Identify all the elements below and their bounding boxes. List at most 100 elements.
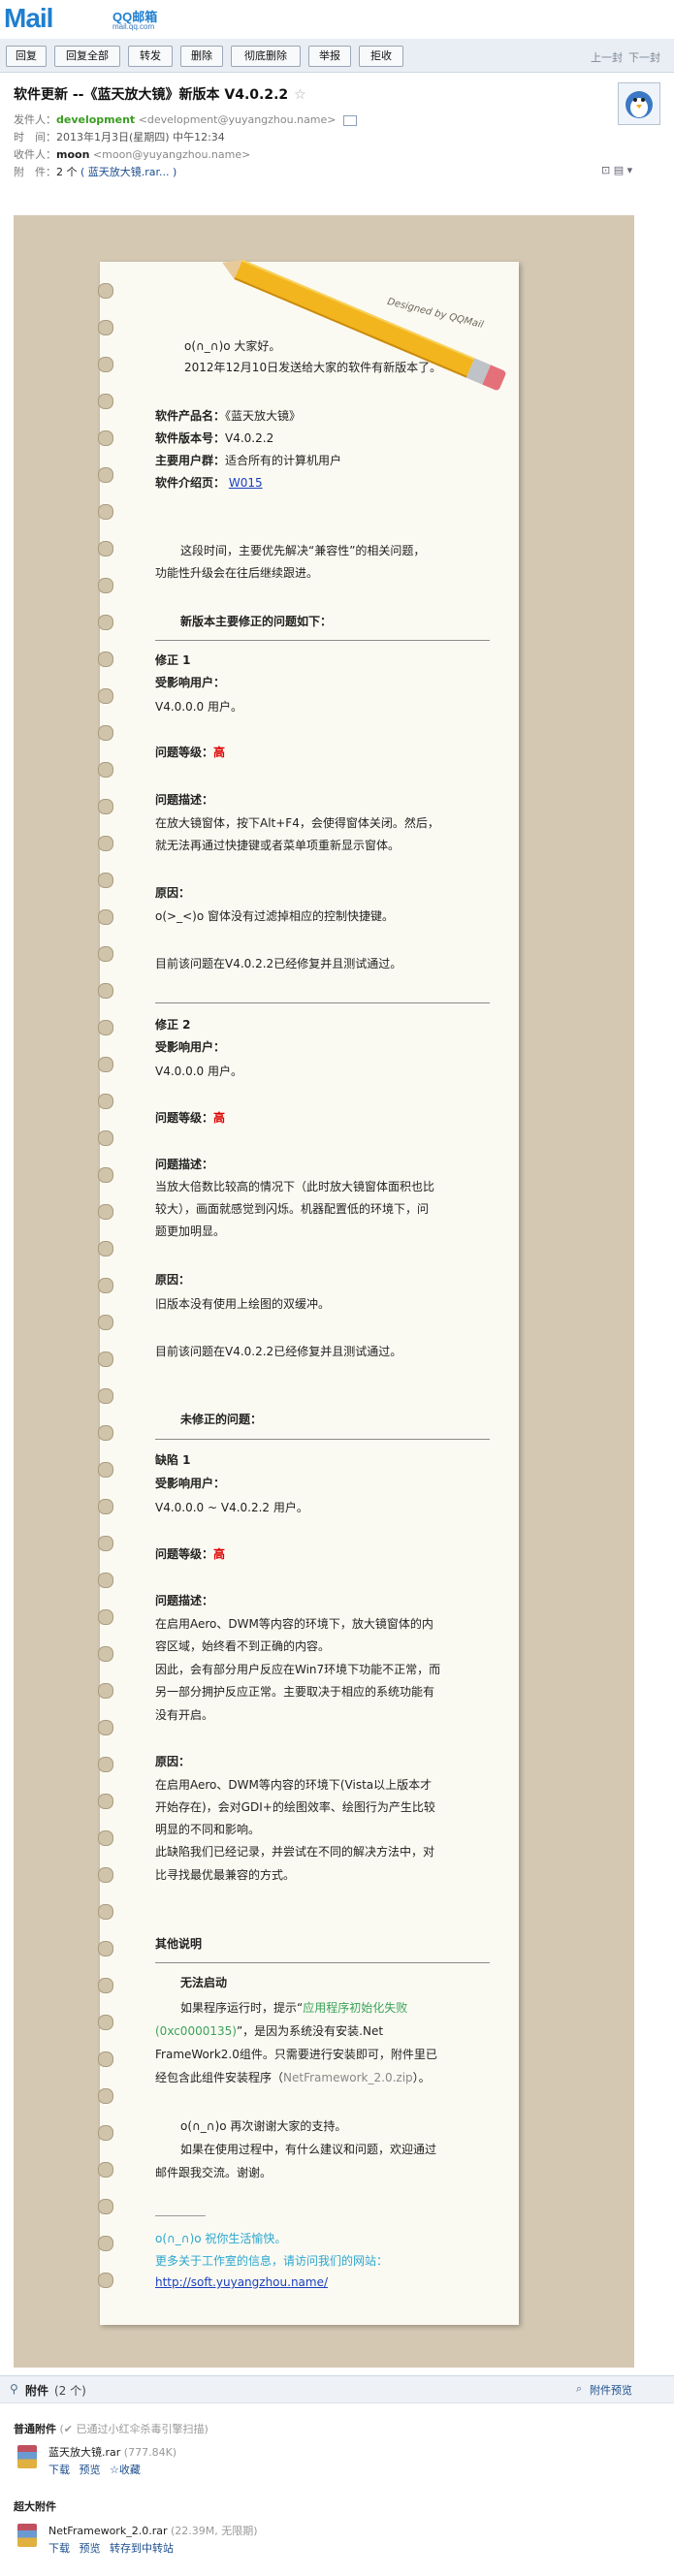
binder-ring: [98, 541, 113, 557]
binder-ring: [98, 1646, 113, 1662]
fix1-fixed-note: 目前该问题在V4.0.2.2已经修复并且测试通过。: [155, 957, 402, 970]
penguin-avatar-icon: [626, 91, 653, 118]
prev-mail-link[interactable]: 上一封: [591, 51, 623, 64]
signature-line2: 更多关于工作室的信息，请访问我们的网站：: [155, 2254, 389, 2268]
binder-ring: [98, 2125, 113, 2141]
fix1-desc-line2: 就无法再通过快捷键或者菜单项重新显示窗体。: [155, 839, 401, 852]
fix2-desc-label: 问题描述：: [155, 1158, 214, 1171]
binder-ring: [98, 1462, 113, 1478]
bug1-level-row: 问题等级：高: [155, 1545, 225, 1562]
expand-icon[interactable]: ▾: [627, 164, 633, 176]
ns-file-name: NetFramework_2.0.zip: [283, 2071, 413, 2084]
bug1-desc-line1: 在启用Aero、DWM等内容的环境下，放大镜窗体的内: [155, 1617, 433, 1631]
binder-ring: [98, 1794, 113, 1809]
binder-ring: [98, 1425, 113, 1441]
ns-text: 经包含此组件安装程序（: [155, 2071, 284, 2084]
print-icon[interactable]: ▤: [614, 164, 624, 176]
pager: 上一封 下一封: [585, 49, 660, 65]
divider: [155, 1002, 490, 1003]
file1-favorite-link[interactable]: ☆收藏: [110, 2464, 141, 2476]
reject-button[interactable]: 拒收: [359, 46, 403, 67]
file2-download-link[interactable]: 下载: [48, 2542, 70, 2555]
file1-name[interactable]: 蓝天放大镜.rar: [48, 2446, 120, 2459]
bug1-cause-line4: 此缺陷我们已经记录，并尝试在不同的解决方法中，对: [155, 1845, 435, 1859]
attachment-preview-link[interactable]: 附件预览: [590, 2382, 632, 2398]
delete-permanently-button[interactable]: 彻底删除: [231, 46, 301, 67]
fix2-desc-line1: 当放大倍数比较高的情况下（此时放大镜窗体面积也比: [155, 1180, 435, 1193]
fix1-level-row: 问题等级：高: [155, 744, 225, 760]
binder-ring: [98, 762, 113, 778]
fix1-users: V4.0.0.0 用户。: [155, 700, 243, 714]
file2-save-transfer-link[interactable]: 转存到中转站: [110, 2542, 174, 2555]
bug1-cause-line5: 比寻找最优最兼容的方式。: [155, 1868, 296, 1882]
bug1-title: 缺陷 1: [155, 1453, 191, 1467]
divider: [155, 1439, 490, 1440]
rar-file-icon: [17, 2524, 37, 2547]
website-link[interactable]: http://soft.yuyangzhou.name/: [155, 2275, 328, 2289]
level-value: 高: [213, 1547, 226, 1561]
reply-all-button[interactable]: 回复全部: [54, 46, 120, 67]
vcard-icon[interactable]: [343, 114, 358, 126]
no-start-title: 无法启动: [180, 1976, 228, 1989]
reply-button[interactable]: 回复: [6, 46, 47, 67]
report-button[interactable]: 举报: [308, 46, 351, 67]
binder-ring: [98, 578, 113, 593]
binder-ring: [98, 1130, 113, 1146]
binder-ring: [98, 909, 113, 925]
no-start-line1: 如果程序运行时，提示“应用程序初始化失败: [180, 1999, 407, 2016]
binder-ring: [98, 1904, 113, 1920]
binder-ring: [98, 873, 113, 888]
ns-text: 如果程序运行时，提示“: [180, 2001, 304, 2015]
normal-attachments-label: 普通附件 (✔ 已通过小红伞杀毒引擎扫描): [14, 2421, 209, 2436]
paperclip-icon: ⚲: [10, 2382, 18, 2396]
att-count[interactable]: 2 个: [56, 166, 78, 178]
binder-ring: [98, 1867, 113, 1883]
next-mail-link[interactable]: 下一封: [628, 51, 660, 64]
time-row: 时 间：2013年1月3日(星期四) 中午12:34: [14, 129, 225, 144]
page-row: 软件介绍页： W015: [155, 474, 263, 491]
binder-ring: [98, 1720, 113, 1735]
forward-button[interactable]: 转发: [128, 46, 173, 67]
binder-ring: [98, 357, 113, 372]
locate-icon[interactable]: ⊡: [601, 164, 610, 176]
delete-button[interactable]: 删除: [180, 46, 223, 67]
file2-size: (22.39M, 无限期): [170, 2525, 258, 2537]
users-value: 适合所有的计算机用户: [225, 454, 342, 467]
super-label: 超大附件: [14, 2500, 56, 2513]
no-start-line4: 经包含此组件安装程序（NetFramework_2.0.zip）。: [155, 2069, 431, 2085]
product-page-link[interactable]: W015: [229, 476, 263, 490]
sender-name[interactable]: development: [56, 113, 135, 126]
thanks-line3: 邮件跟我交流。谢谢。: [155, 2166, 273, 2179]
file2-name[interactable]: NetFramework_2.0.rar: [48, 2525, 167, 2537]
attachments-title: 附件: [25, 2384, 49, 2398]
binder-ring: [98, 2236, 113, 2251]
ns-error-code: (0xc0000135): [155, 2024, 237, 2038]
qqmail-logo[interactable]: Mail QQ邮箱 mail.qq.com: [4, 3, 157, 34]
thanks-line1: o(∩_∩)o 再次谢谢大家的支持。: [180, 2119, 347, 2133]
bug1-affect-label: 受影响用户：: [155, 1477, 226, 1490]
file1-row: 蓝天放大镜.rar (777.84K): [48, 2444, 177, 2460]
to-name[interactable]: moon: [56, 148, 89, 161]
file1-download-link[interactable]: 下载: [48, 2464, 70, 2476]
binder-ring: [98, 430, 113, 446]
search-icon[interactable]: ⌕: [576, 2382, 582, 2396]
star-icon[interactable]: ☆: [294, 87, 306, 103]
greeting: o(∩_∩)o 大家好。: [184, 339, 281, 353]
ns-text: ）。: [412, 2071, 431, 2084]
to-label: 收件人：: [14, 148, 56, 161]
binder-ring: [98, 725, 113, 741]
bug1-cause-line3: 明显的不同和影响。: [155, 1823, 261, 1836]
file1-preview-link[interactable]: 预览: [80, 2464, 101, 2476]
binder-ring: [98, 2162, 113, 2178]
bug1-desc-label: 问题描述：: [155, 1594, 214, 1607]
att-summary-link[interactable]: ( 蓝天放大镜.rar... ): [80, 166, 177, 178]
binder-ring: [98, 946, 113, 962]
product-value: 《蓝天放大镜》: [225, 409, 302, 423]
page-label: 软件介绍页：: [155, 476, 226, 490]
binder-ring: [98, 2199, 113, 2214]
binder-ring: [98, 1941, 113, 1956]
avatar[interactable]: [618, 82, 660, 125]
file2-preview-link[interactable]: 预览: [80, 2542, 101, 2555]
bug1-cause-line1: 在启用Aero、DWM等内容的环境下(Vista以上版本才: [155, 1778, 433, 1792]
toolbar: 回复 回复全部 转发 删除 彻底删除 举报 拒收 上一封 下一封: [0, 39, 674, 73]
